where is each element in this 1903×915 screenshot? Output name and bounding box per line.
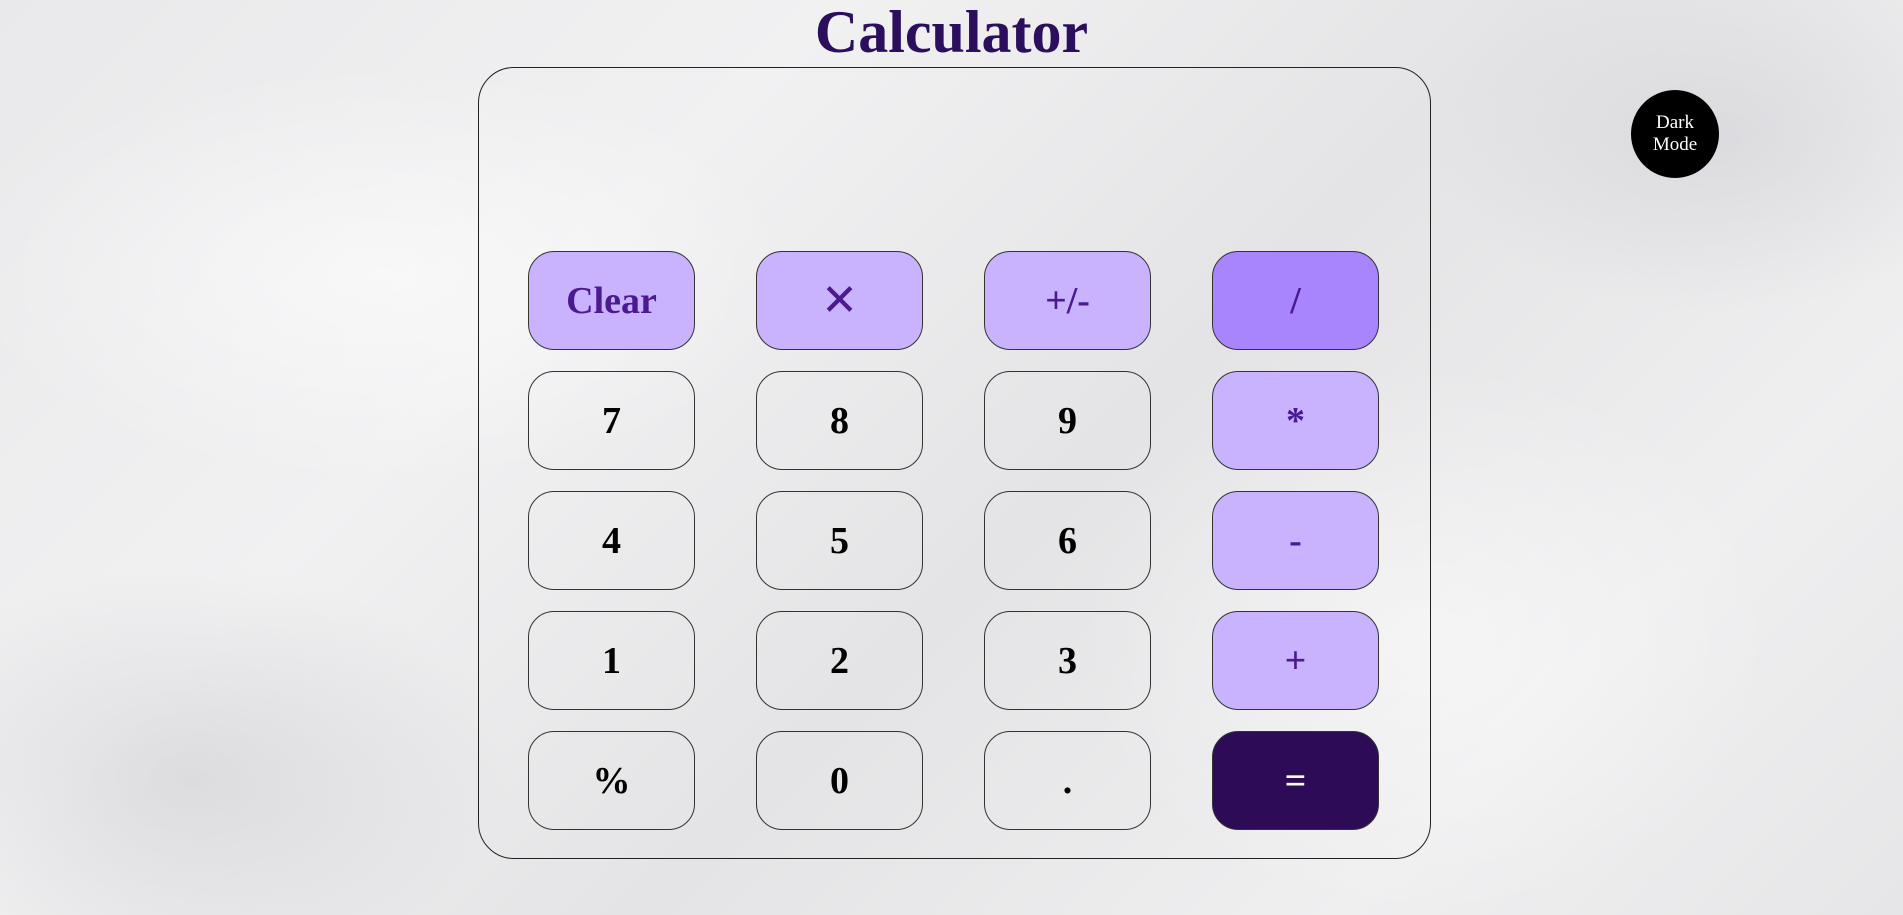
page-title: Calculator bbox=[814, 0, 1089, 65]
calculator-display bbox=[519, 88, 1390, 238]
digit-6-button[interactable]: 6 bbox=[984, 491, 1151, 590]
decimal-button[interactable]: . bbox=[984, 731, 1151, 830]
add-button[interactable]: + bbox=[1212, 611, 1379, 710]
dark-mode-label: Dark Mode bbox=[1652, 112, 1698, 155]
percent-button[interactable]: % bbox=[528, 731, 695, 830]
calculator-panel: Clear ✕ +/- / 7 8 9 * 4 5 6 - 1 2 3 + % … bbox=[478, 67, 1431, 859]
digit-5-button[interactable]: 5 bbox=[756, 491, 923, 590]
digit-9-button[interactable]: 9 bbox=[984, 371, 1151, 470]
keypad: Clear ✕ +/- / 7 8 9 * 4 5 6 - 1 2 3 + % … bbox=[528, 251, 1379, 830]
sign-toggle-button[interactable]: +/- bbox=[984, 251, 1151, 350]
divide-button[interactable]: / bbox=[1212, 251, 1379, 350]
dark-mode-toggle[interactable]: Dark Mode bbox=[1631, 90, 1719, 178]
equals-button[interactable]: = bbox=[1212, 731, 1379, 830]
clear-button[interactable]: Clear bbox=[528, 251, 695, 350]
digit-7-button[interactable]: 7 bbox=[528, 371, 695, 470]
digit-2-button[interactable]: 2 bbox=[756, 611, 923, 710]
multiply-button[interactable]: * bbox=[1212, 371, 1379, 470]
digit-1-button[interactable]: 1 bbox=[528, 611, 695, 710]
subtract-button[interactable]: - bbox=[1212, 491, 1379, 590]
backspace-button[interactable]: ✕ bbox=[756, 251, 923, 350]
digit-4-button[interactable]: 4 bbox=[528, 491, 695, 590]
close-icon: ✕ bbox=[821, 275, 858, 326]
digit-3-button[interactable]: 3 bbox=[984, 611, 1151, 710]
digit-0-button[interactable]: 0 bbox=[756, 731, 923, 830]
digit-8-button[interactable]: 8 bbox=[756, 371, 923, 470]
